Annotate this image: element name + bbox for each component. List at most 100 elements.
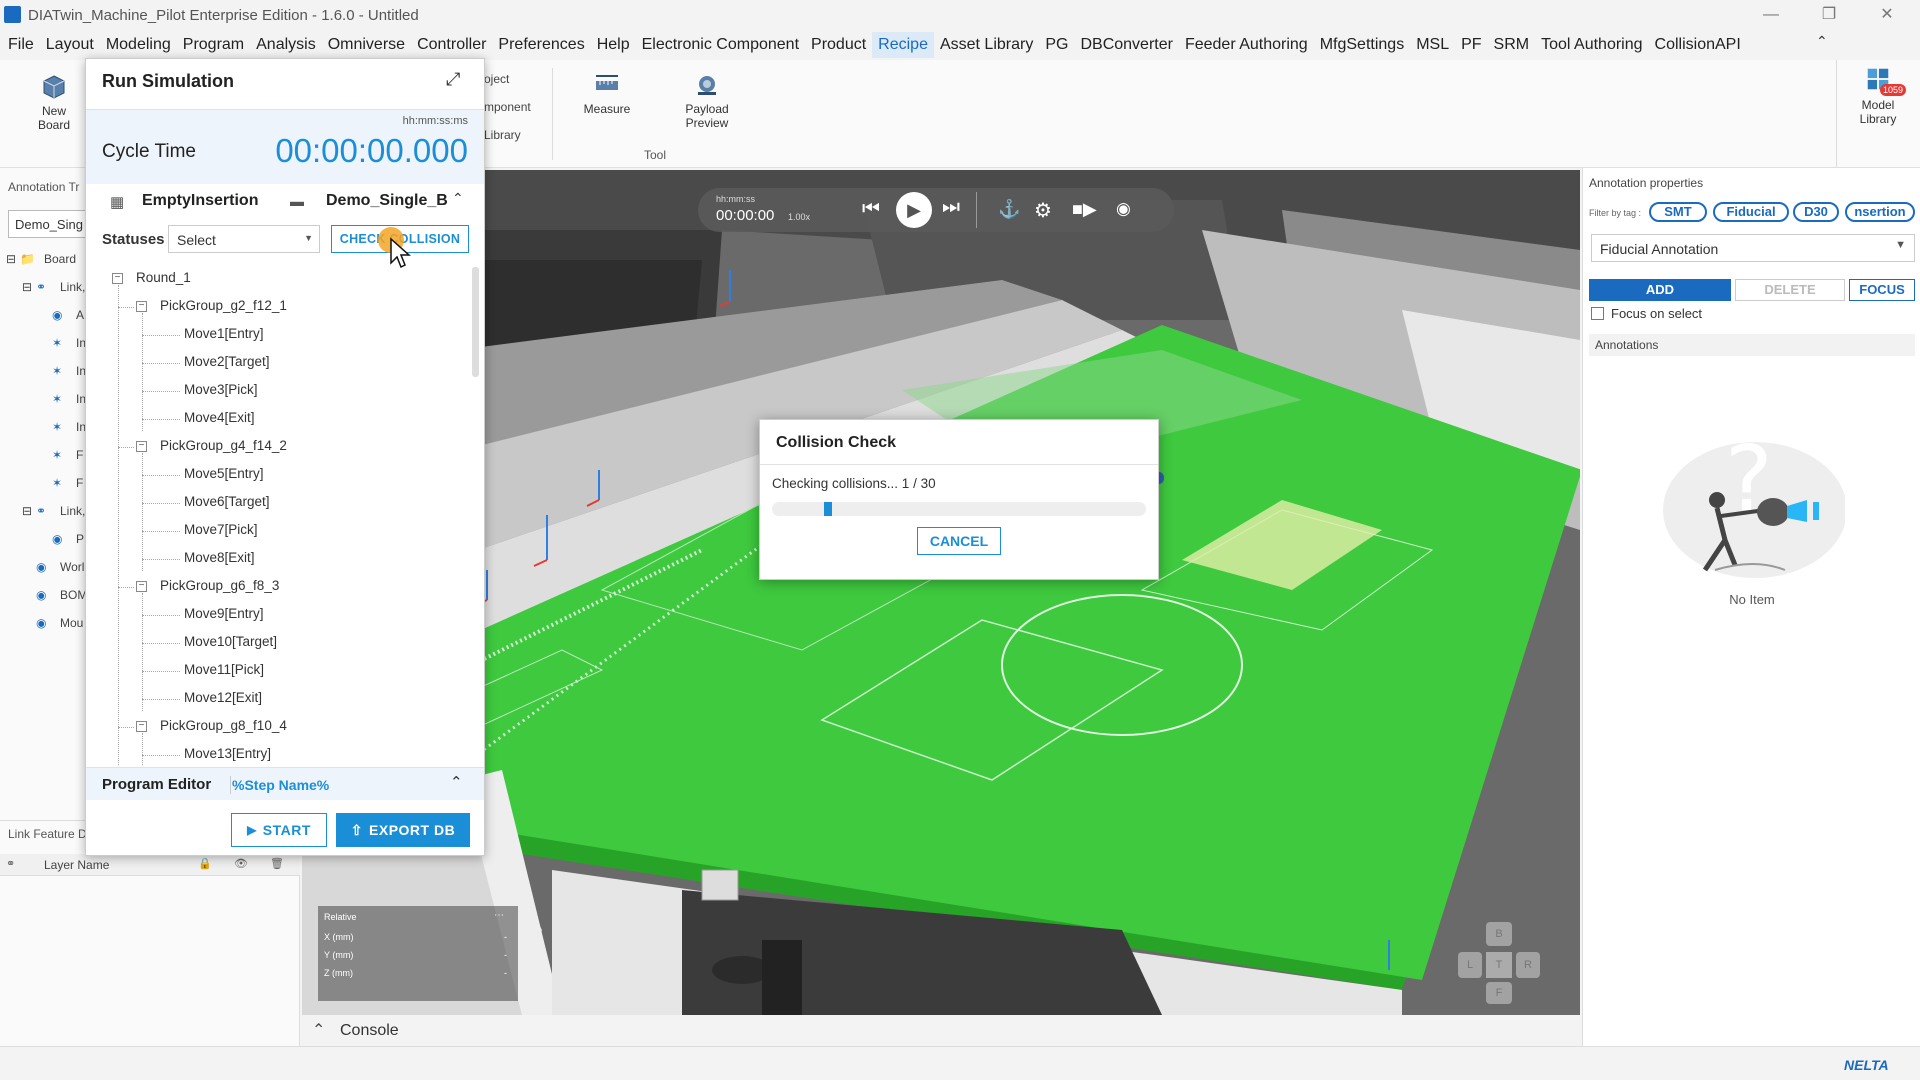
ribbon-partial-library[interactable]: Library	[484, 128, 521, 142]
round-node[interactable]: Round_1	[136, 270, 191, 285]
menu-electronic-component[interactable]: Electronic Component	[636, 32, 805, 58]
move-step-node[interactable]: Move4[Exit]	[184, 410, 255, 425]
menu-analysis[interactable]: Analysis	[250, 32, 322, 58]
menu-pg[interactable]: PG	[1039, 32, 1074, 58]
menu-omniverse[interactable]: Omniverse	[322, 32, 411, 58]
tag-filter-d30[interactable]: D30	[1793, 202, 1839, 222]
tree-node-label[interactable]: F	[76, 476, 83, 490]
view-cube-left[interactable]: L	[1458, 952, 1482, 978]
eye-icon[interactable]: 👁	[234, 857, 248, 870]
tag-filter-nsertion[interactable]: nsertion	[1845, 202, 1915, 222]
annotation-type-select[interactable]: Fiducial Annotation ▼	[1591, 234, 1915, 262]
tree-node-label[interactable]: Link,	[60, 280, 85, 294]
robot-arm-icon[interactable]: ⚓	[998, 199, 1020, 220]
play-icon[interactable]: ▶	[896, 192, 932, 228]
focus-annotation-button[interactable]: FOCUS	[1849, 279, 1915, 301]
tree-node-label[interactable]: A	[76, 308, 84, 322]
ribbon-partial-component[interactable]: mponent	[484, 100, 531, 114]
move-step-node[interactable]: Move5[Entry]	[184, 466, 264, 481]
restore-icon[interactable]: ❐	[1806, 0, 1852, 30]
menu-controller[interactable]: Controller	[411, 32, 492, 58]
screenshot-icon[interactable]: ◉	[1116, 199, 1131, 219]
pick-group-node[interactable]: PickGroup_g8_f10_4	[160, 718, 287, 733]
move-step-node[interactable]: Move6[Target]	[184, 494, 270, 509]
menu-asset-library[interactable]: Asset Library	[934, 32, 1039, 58]
tree-node-label[interactable]: F	[76, 448, 83, 462]
tree-node-label[interactable]: P	[76, 532, 84, 546]
3d-viewport[interactable]: hh:mm:ss 00:00:00 1.00x ⏮ ▶ ⏭ ⚓ ⚙ ■▶ ◉ R…	[302, 170, 1580, 1015]
move-step-node[interactable]: Move2[Target]	[184, 354, 270, 369]
collapse-ribbon-icon[interactable]: ⌃	[1816, 33, 1828, 50]
menu-mfgsettings[interactable]: MfgSettings	[1314, 32, 1410, 58]
add-annotation-button[interactable]: ADD	[1589, 279, 1731, 301]
coords-more-icon[interactable]: ⋯	[494, 910, 504, 921]
delete-annotation-button[interactable]: DELETE	[1735, 279, 1845, 301]
menu-recipe[interactable]: Recipe	[872, 32, 934, 58]
trash-icon[interactable]: 🗑	[270, 857, 284, 870]
move-step-node[interactable]: Move13[Entry]	[184, 746, 271, 761]
collapse-icon[interactable]: −	[136, 581, 147, 592]
menu-tool-authoring[interactable]: Tool Authoring	[1535, 32, 1648, 58]
gear-icon[interactable]: ⚙	[1034, 198, 1052, 223]
chevron-up-icon[interactable]: ⌃	[312, 1020, 325, 1040]
focus-on-select-checkbox[interactable]	[1591, 307, 1604, 320]
tree-expand-icon[interactable]: ⊟	[22, 504, 32, 518]
view-cube-top[interactable]: T	[1486, 952, 1512, 978]
view-cube-front[interactable]: F	[1486, 982, 1512, 1004]
menu-file[interactable]: File	[2, 32, 40, 58]
menu-feeder-authoring[interactable]: Feeder Authoring	[1179, 32, 1314, 58]
tag-filter-smt[interactable]: SMT	[1649, 202, 1707, 222]
menu-product[interactable]: Product	[805, 32, 872, 58]
collapse-icon[interactable]: −	[136, 301, 147, 312]
menu-dbconverter[interactable]: DBConverter	[1074, 32, 1178, 58]
cancel-button[interactable]: CANCEL	[917, 527, 1001, 555]
minimize-icon[interactable]: —	[1748, 0, 1794, 30]
tree-expand-icon[interactable]: ⊟	[6, 252, 16, 266]
pick-group-node[interactable]: PickGroup_g6_f8_3	[160, 578, 279, 593]
tree-node-label[interactable]: Worl	[60, 560, 84, 574]
tag-filter-fiducial[interactable]: Fiducial	[1713, 202, 1789, 222]
menu-program[interactable]: Program	[177, 32, 250, 58]
pick-group-node[interactable]: PickGroup_g4_f14_2	[160, 438, 287, 453]
tree-node-label[interactable]: BOM	[60, 588, 87, 602]
new-board-button[interactable]: New Board	[34, 74, 74, 132]
menu-preferences[interactable]: Preferences	[492, 32, 590, 58]
view-cube-back[interactable]: B	[1486, 922, 1512, 946]
camera-icon[interactable]: ■▶	[1072, 199, 1097, 220]
move-step-node[interactable]: Move9[Entry]	[184, 606, 264, 621]
move-step-node[interactable]: Move8[Exit]	[184, 550, 255, 565]
move-step-node[interactable]: Move12[Exit]	[184, 690, 262, 705]
model-library-button[interactable]: 1059 Model Library	[1856, 64, 1907, 126]
step-forward-icon[interactable]: ⏭	[942, 196, 960, 219]
move-step-node[interactable]: Move11[Pick]	[184, 662, 264, 677]
payload-preview-button[interactable]: Payload Preview	[680, 72, 734, 130]
menu-layout[interactable]: Layout	[40, 32, 100, 58]
skip-back-icon[interactable]: ⏮	[862, 198, 880, 221]
menu-help[interactable]: Help	[591, 32, 636, 58]
move-step-node[interactable]: Move1[Entry]	[184, 326, 264, 341]
menu-modeling[interactable]: Modeling	[100, 32, 177, 58]
collapse-icon[interactable]: −	[136, 441, 147, 452]
tree-node-label[interactable]: Board	[44, 252, 76, 266]
move-step-node[interactable]: Move7[Pick]	[184, 522, 258, 537]
view-cube-right[interactable]: R	[1516, 952, 1540, 978]
menu-pf[interactable]: PF	[1455, 32, 1487, 58]
playback-speed[interactable]: 1.00x	[788, 212, 810, 222]
program-editor-chevron-up-icon[interactable]: ⌃	[450, 773, 463, 791]
close-icon[interactable]: ✕	[1864, 0, 1910, 30]
collapse-icon[interactable]: −	[136, 721, 147, 732]
menu-srm[interactable]: SRM	[1488, 32, 1536, 58]
measure-button[interactable]: Measure	[582, 72, 632, 116]
collapse-icon[interactable]: −	[112, 273, 123, 284]
console-bar[interactable]: ⌃ Console	[302, 1016, 1580, 1046]
tree-node-label[interactable]: Link,	[60, 504, 85, 518]
start-button[interactable]: ▶ START	[231, 813, 327, 847]
ribbon-partial-project[interactable]: oject	[484, 72, 509, 86]
tree-node-label[interactable]: Mou	[60, 616, 83, 630]
export-db-button[interactable]: ⇧ EXPORT DB	[336, 813, 470, 847]
move-step-node[interactable]: Move3[Pick]	[184, 382, 258, 397]
pick-group-node[interactable]: PickGroup_g2_f12_1	[160, 298, 287, 313]
board-search-input[interactable]: Demo_Sing	[8, 210, 88, 238]
move-step-node[interactable]: Move10[Target]	[184, 634, 277, 649]
menu-collisionapi[interactable]: CollisionAPI	[1649, 32, 1747, 58]
